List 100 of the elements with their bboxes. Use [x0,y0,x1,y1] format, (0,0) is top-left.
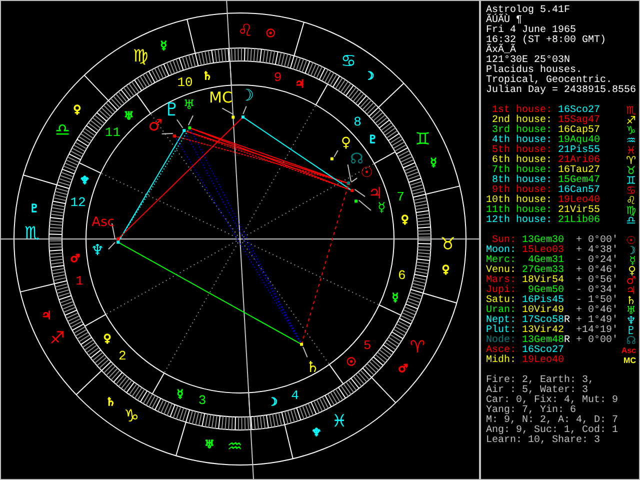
house-label: 4th house: [490,136,552,146]
ruler-glyph: ☿ [160,39,167,52]
planet-name: Sun: [492,236,516,246]
zodiac-sign-glyph: ♋ [340,52,356,72]
planet-glyph: ♄ [626,296,636,306]
house-number: 6 [398,268,406,283]
chart-info-line: 121°30E 25°03N [486,56,570,66]
summary-line: M: 9, N: 2, A: 4, D: 7 [486,416,620,426]
house-number: 2 [118,348,126,364]
zodiac-sign-glyph: ♊ [415,130,430,150]
planet-name: Satu: [486,296,516,306]
planet-latitude: + 0°00' [576,336,618,346]
house-position: 16Cap57 [558,126,600,136]
house-label: 7th house: [490,166,552,176]
zodiac-sign-glyph: ♐ [50,328,65,348]
retrograde-mark: R [564,315,570,326]
house-label: 5th house: [490,146,552,156]
planet-name: Node: [486,336,516,346]
house-number: 4 [291,388,299,404]
summary-line: Fire: 2, Earth: 3, [486,376,596,386]
summary-line: Learn: 10, Share: 3 [486,436,602,446]
zodiac-sign-glyph: ♏ [24,224,40,244]
house-position: 19Aqu40 [558,136,600,146]
chart-info-line: ÃÚÃÙ ¶ [486,16,522,26]
planet-position: 16Sco27 [522,346,564,356]
planet-position: 13Vir42 [522,326,564,336]
zodiac-sign-glyph: ♈ [410,338,426,358]
house-label: 3rd house: [490,126,552,136]
sign-glyph: ♑ [626,126,636,136]
planet-glyph: ♃ [626,286,636,296]
ruler-glyph: ♄ [106,395,116,408]
house-number: 10 [177,74,193,90]
planet-latitude: - 1°50' [576,296,618,306]
ruler-glyph: ♃ [294,78,305,91]
planet-glyph: MC [209,88,232,106]
ruler-glyph: ♆ [80,174,90,187]
sign-glyph: ♓ [626,146,636,156]
planet-name: Midh: [486,356,516,366]
zodiac-sign-glyph: ♎ [54,120,70,140]
sign-glyph: ♉ [626,166,636,176]
house-position: 21Vir55 [558,206,600,216]
planet-position: 18Vir54 [522,276,564,286]
planet-latitude: + 0°00' [576,236,618,246]
planet-name: Nept: [486,316,516,326]
planet-position: 13Gem48 [522,336,564,346]
ruler-glyph: ♆ [311,426,322,439]
sign-glyph: ♎ [626,216,636,226]
house-number: 7 [396,189,404,204]
ruler-glyph: ☿ [392,291,399,304]
ruler-glyph: ♂ [70,252,80,265]
planet-position: 4Gem31 [528,256,564,266]
zodiac-sign-glyph: ♉ [440,234,456,254]
sign-glyph: ♐ [626,116,636,126]
planet-glyph: ☊ [350,149,364,168]
house-position: 16Sco27 [558,106,600,116]
planet-glyph: ♆ [90,241,104,260]
ruler-glyph: ☽ [268,395,278,408]
planet-position: 19Leo40 [522,356,564,366]
ruler-glyph: ♀ [442,263,450,276]
chart-info-line: Tropical, Geocentric. [486,76,612,86]
ruler-glyph: ♂ [398,362,408,375]
planet-name: Merc: [486,256,516,266]
planet-latitude: +14°19' [576,326,618,336]
planet-glyph: MC [624,356,636,366]
ruler-glyph: ♅ [204,438,214,452]
planet-position: 17Sco58 [522,316,564,326]
house-label: 11th house: [486,206,552,216]
chart-info-line: Placidus houses. [486,66,582,76]
ruler-glyph: ♀ [103,332,112,346]
app-title: Astrolog 5.41F [486,6,572,16]
planet-position: 16Pis45 [522,296,564,306]
ruler-glyph: ♇ [29,202,40,215]
house-number: 5 [363,338,372,354]
planet-latitude: + 0°46' [576,266,618,276]
chart-info-line: ÃxÃ_Ã [486,46,516,56]
planet-glyph: ♄ [306,358,320,376]
planet-glyph: ☉ [360,164,374,181]
sign-glyph: ♈ [626,156,636,166]
house-position: 21Ari06 [558,156,600,166]
house-label: 12th house: [486,216,552,226]
house-label: 6th house: [490,156,552,166]
sign-glyph: ♏ [626,106,636,116]
planet-latitude: + 4°38' [576,246,618,256]
planet-glyph: ☿ [378,200,386,216]
summary-line: Ang: 9, Suc: 1, Cod: 1 [486,426,620,436]
chart-info-line: Julian Day = 2438915.8556 [486,86,638,96]
planet-glyph: ☽ [240,86,254,105]
ruler-glyph: ☿ [430,156,437,170]
house-label: 1st house: [490,106,552,116]
house-position: 21Pis55 [558,146,600,156]
zodiac-sign-glyph: ♍ [132,46,148,66]
ruler-glyph: ♀ [400,213,409,226]
planet-position: 15Leo03 [522,246,564,256]
summary-line: Air : 5, Water: 3 [486,386,588,396]
planet-glyph: ♆ [626,316,636,326]
planet-latitude: + 0°46' [576,306,618,316]
sign-glyph: ♋ [626,186,636,196]
house-label: 2nd house: [490,116,552,126]
planet-latitude: + 1°49' [576,316,618,326]
sign-glyph: ♌ [626,196,636,206]
